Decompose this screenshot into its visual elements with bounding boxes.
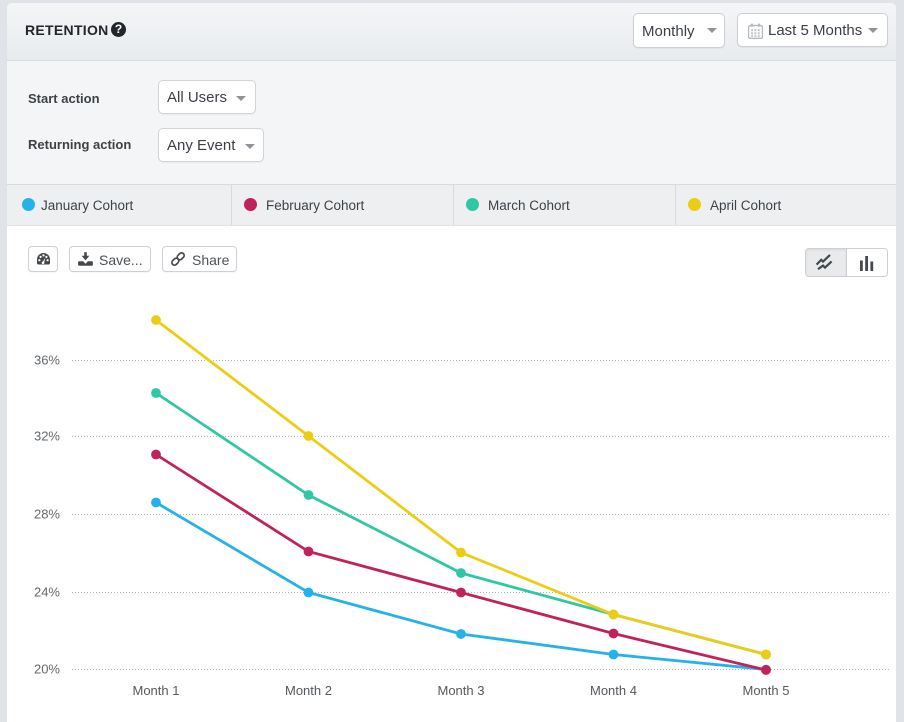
svg-text:36%: 36%	[34, 353, 60, 368]
svg-text:Month 2: Month 2	[285, 683, 332, 698]
svg-text:Month 1: Month 1	[133, 683, 180, 698]
svg-text:Month 5: Month 5	[743, 683, 790, 698]
svg-text:20%: 20%	[34, 662, 60, 677]
svg-text:32%: 32%	[34, 429, 60, 444]
svg-text:Month 3: Month 3	[438, 683, 485, 698]
svg-text:28%: 28%	[34, 507, 60, 522]
svg-text:Month 4: Month 4	[590, 683, 637, 698]
svg-text:24%: 24%	[34, 585, 60, 600]
